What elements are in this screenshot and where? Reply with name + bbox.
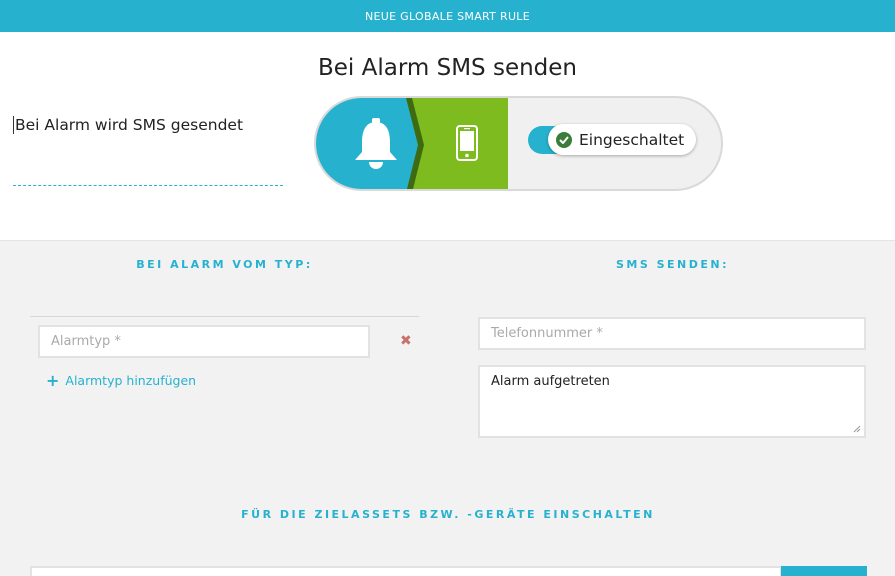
add-alarm-type-label: Alarmtyp hinzufügen (65, 373, 197, 388)
add-alarm-type-link[interactable]: + Alarmtyp hinzufügen (46, 370, 197, 390)
alarm-type-heading: BEI ALARM VOM TYP: (136, 258, 313, 271)
resize-grip-icon[interactable] (853, 425, 861, 433)
phone-number-input[interactable]: Telefonnummer * (478, 317, 866, 350)
mobile-phone-icon (456, 125, 478, 161)
phone-number-placeholder: Telefonnummer * (491, 326, 603, 341)
section-divider (30, 316, 419, 317)
alarm-type-input[interactable]: Alarmtyp * (38, 325, 370, 358)
sms-heading: SMS SENDEN: (615, 258, 729, 271)
bell-icon (355, 118, 397, 169)
targets-heading: FÜR DIE ZIELASSETS BZW. -GERÄTE EINSCHAL… (241, 508, 655, 521)
dialog-title: NEUE GLOBALE SMART RULE (365, 10, 530, 23)
target-search-input[interactable] (30, 566, 782, 576)
sms-message-text: Alarm aufgetreten (491, 374, 610, 389)
top-bar: NEUE GLOBALE SMART RULE (0, 0, 895, 32)
rule-status-badge[interactable]: Eingeschaltet (548, 124, 697, 155)
rule-title[interactable]: Bei Alarm SMS senden (0, 55, 895, 81)
rule-description-field[interactable]: Bei Alarm wird SMS gesendet (13, 115, 283, 186)
sms-message-textarea[interactable]: Alarm aufgetreten (478, 365, 866, 438)
plus-icon: + (46, 370, 60, 390)
alarm-type-placeholder: Alarmtyp * (51, 334, 121, 349)
target-search-button[interactable] (781, 566, 867, 576)
remove-alarm-type-icon[interactable]: ✖ (400, 333, 412, 349)
rule-description[interactable]: Bei Alarm wird SMS gesendet (13, 116, 243, 134)
check-circle-icon (556, 131, 572, 148)
flow-arrow-icon (398, 98, 424, 189)
rule-header: Bei Alarm SMS senden Bei Alarm wird SMS … (0, 32, 895, 241)
rule-status-label: Eingeschaltet (579, 130, 685, 149)
rule-flow-pill: Eingeschaltet (314, 96, 723, 191)
